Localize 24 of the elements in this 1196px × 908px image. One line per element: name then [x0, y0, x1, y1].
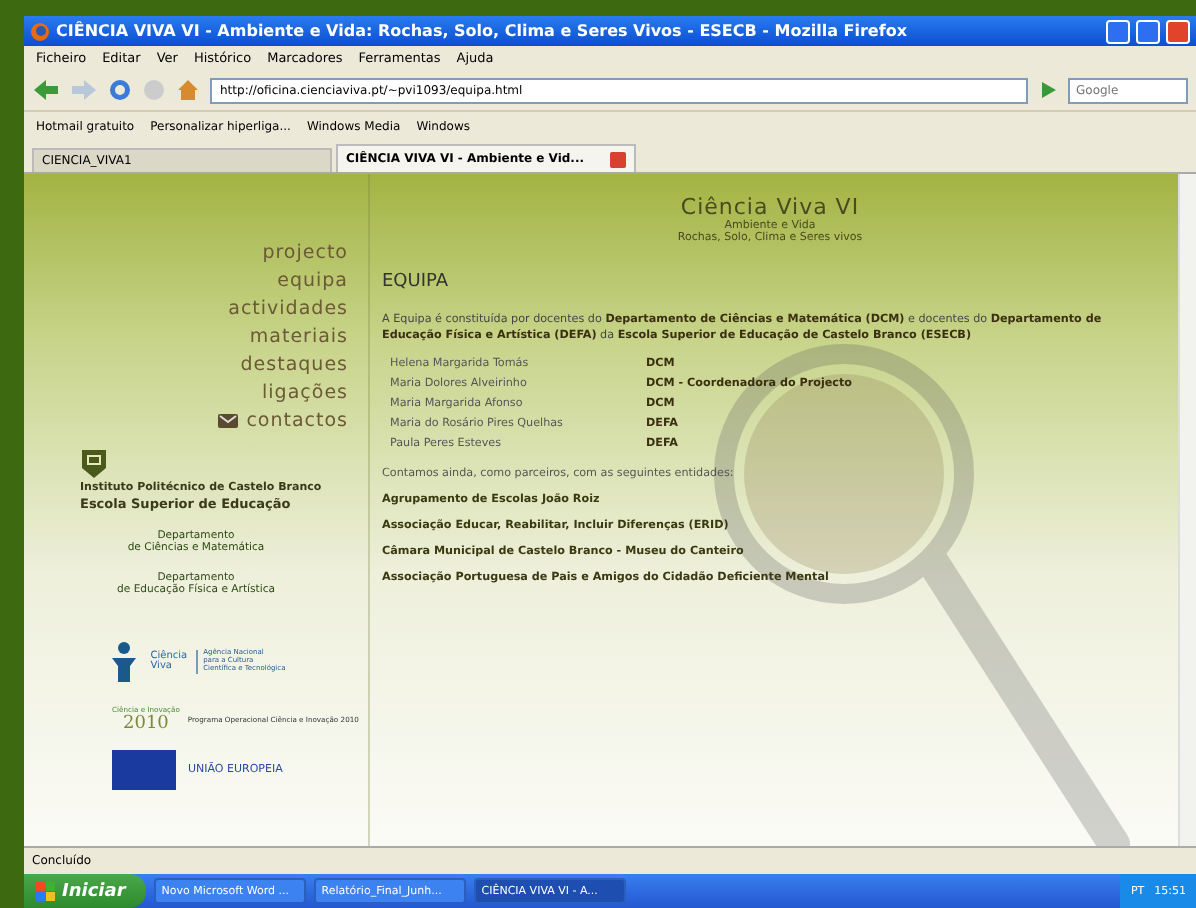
nav-link[interactable]: contactos: [218, 410, 348, 432]
back-arrow-icon[interactable]: [32, 78, 60, 102]
home-icon[interactable]: [176, 78, 200, 102]
minimize-button[interactable]: [1106, 19, 1130, 43]
nav-link[interactable]: destaques: [240, 354, 348, 376]
windows-flag-icon: [36, 881, 56, 901]
nav-link[interactable]: actividades: [228, 298, 348, 320]
maximize-button[interactable]: [1136, 19, 1160, 43]
browser-logo-icon: [30, 21, 50, 41]
close-button[interactable]: [1166, 19, 1190, 43]
nav-link[interactable]: equipa: [277, 270, 348, 292]
nav-link[interactable]: ligações: [262, 382, 348, 404]
eu-flag-icon: [112, 749, 176, 790]
nav-link[interactable]: materiais: [249, 326, 348, 348]
shield-logo-icon: [80, 448, 108, 480]
window-title: CIÊNCIA VIVA VI - Ambiente e Vida: Rochas, Solo, Clima e Seres Vivos - ESECB - Mozilla Firefox: [56, 22, 909, 40]
envelope-icon: [218, 414, 239, 428]
section-heading: EQUIPA: [382, 272, 451, 292]
close-tab-icon[interactable]: [610, 151, 626, 167]
site-title: Ciência Viva VI: [680, 194, 860, 220]
reload-icon[interactable]: [108, 78, 132, 102]
scrollbar[interactable]: [1178, 174, 1196, 846]
go-arrow-icon[interactable]: [1038, 80, 1058, 100]
start-button[interactable]: Iniciar: [24, 874, 146, 908]
